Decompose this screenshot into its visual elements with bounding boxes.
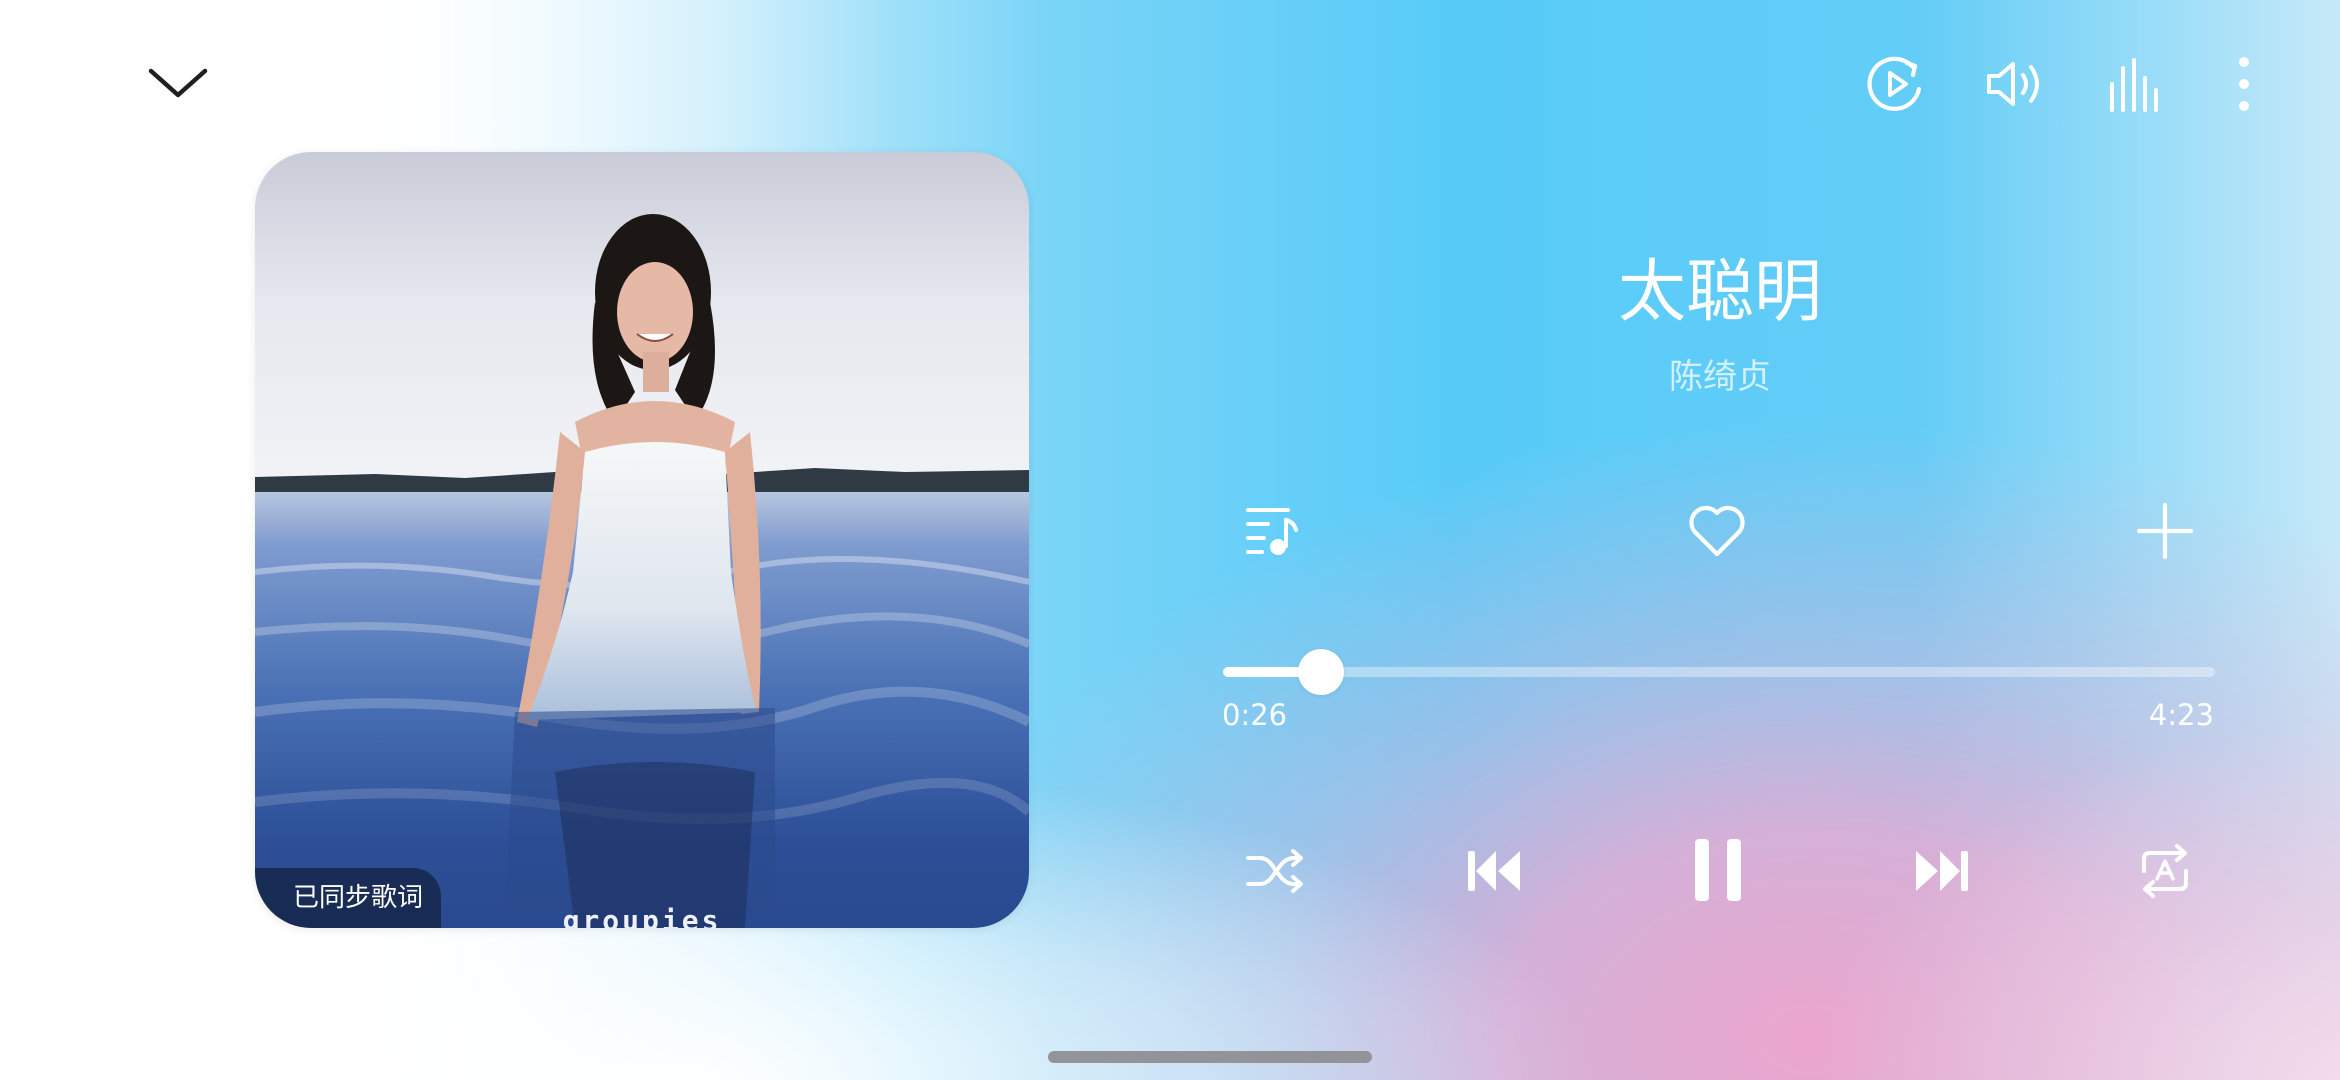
video-play-icon[interactable]: [1862, 50, 1930, 118]
progress-bar[interactable]: [1223, 649, 2215, 695]
album-cover[interactable]: groupies 已同步歌词: [255, 152, 1029, 928]
home-indicator[interactable]: [1048, 1051, 1372, 1063]
next-icon[interactable]: [1910, 840, 1974, 902]
more-vertical-icon[interactable]: [2224, 52, 2264, 116]
shuffle-icon[interactable]: [1242, 838, 1308, 904]
equalizer-icon[interactable]: [2104, 52, 2164, 116]
artist-name[interactable]: 陈绮贞: [1320, 349, 2120, 398]
repeat-ab-icon[interactable]: [2132, 838, 2198, 904]
song-title: 太聪明: [1617, 253, 1822, 332]
add-icon[interactable]: [2132, 498, 2198, 564]
lyrics-synced-badge[interactable]: 已同步歌词: [255, 868, 442, 928]
pause-icon[interactable]: [1690, 834, 1746, 906]
progress-thumb[interactable]: [1298, 649, 1345, 695]
previous-icon[interactable]: [1462, 840, 1526, 902]
album-cover-image: [255, 152, 1029, 928]
time-elapsed: 0:26: [1222, 698, 1288, 732]
playlist-icon[interactable]: [1240, 498, 1304, 562]
collapse-chevron-icon[interactable]: [138, 58, 218, 108]
time-total: 4:23: [2148, 698, 2214, 732]
volume-icon[interactable]: [1980, 50, 2050, 118]
music-player-screen: groupies 已同步歌词 太聪明 陈绮贞 0:26 4:23: [0, 0, 2340, 1080]
heart-icon[interactable]: [1684, 498, 1750, 564]
